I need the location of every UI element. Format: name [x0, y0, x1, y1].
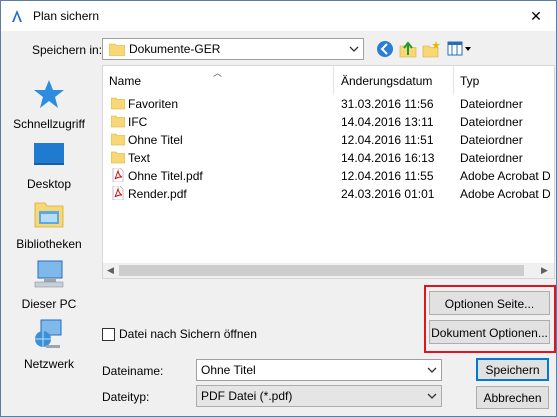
folder-icon [111, 133, 125, 146]
chevron-down-icon [427, 393, 437, 399]
folder-icon [111, 115, 125, 128]
column-divider[interactable] [453, 66, 454, 94]
file-name: IFC [128, 115, 148, 129]
file-name: Render.pdf [128, 187, 187, 201]
chevron-down-icon [349, 46, 359, 52]
folder-icon [111, 97, 125, 110]
chevron-down-icon[interactable] [427, 365, 437, 375]
save-in-dropdown[interactable]: Dokumente-GER [102, 38, 364, 60]
sidebar-item-label: Desktop [26, 177, 72, 191]
scrollbar-thumb[interactable] [119, 265, 524, 276]
table-row[interactable]: Render.pdf 24.03.2016 01:01 Adobe Acroba… [103, 185, 554, 203]
file-name: Text [128, 151, 151, 165]
file-type: Dateiordner [460, 115, 523, 129]
file-type: Dateiordner [460, 97, 523, 111]
filename-value: Ohne Titel [201, 363, 256, 377]
view-menu-icon[interactable] [447, 40, 473, 58]
file-name: Ohne Titel [128, 133, 183, 147]
back-icon[interactable] [376, 40, 394, 58]
save-in-value: Dokumente-GER [129, 42, 221, 56]
sidebar-item-quick-access[interactable]: Schnellzugriff [5, 77, 93, 131]
pdf-icon [112, 168, 124, 182]
sidebar-item-libraries[interactable]: Bibliotheken [5, 197, 93, 251]
app-logo-icon [12, 10, 22, 22]
file-date: 24.03.2016 01:01 [341, 187, 435, 201]
table-row[interactable]: Ohne Titel.pdf 12.04.2016 11:55 Adobe Ac… [103, 167, 554, 185]
file-date: 14.04.2016 16:13 [341, 151, 435, 165]
file-type: Adobe Acrobat D [460, 169, 551, 183]
filetype-label: Dateityp: [102, 390, 150, 404]
column-divider[interactable] [333, 66, 334, 94]
scroll-left-icon[interactable]: ◀ [107, 265, 114, 276]
open-after-save-label: Datei nach Sichern öffnen [119, 327, 257, 341]
table-row[interactable]: Ohne Titel 12.04.2016 11:51 Dateiordner [103, 131, 554, 149]
column-header-type[interactable]: Typ [460, 66, 479, 94]
file-date: 14.04.2016 13:11 [341, 115, 434, 129]
up-folder-icon[interactable] [399, 40, 417, 58]
folder-icon [109, 43, 125, 56]
file-list[interactable]: ︿ Name Änderungsdatum Typ Favoriten 31.0… [102, 65, 555, 279]
sidebar-item-label: Netzwerk [23, 357, 74, 371]
column-header-name[interactable]: Name [109, 66, 141, 94]
pc-icon [34, 260, 64, 288]
save-button[interactable]: Speichern [476, 358, 549, 381]
table-row[interactable]: Favoriten 31.03.2016 11:56 Dateiordner [103, 95, 554, 113]
table-row[interactable]: Text 14.04.2016 16:13 Dateiordner [103, 149, 554, 167]
sidebar-item-this-pc[interactable]: Dieser PC [5, 257, 93, 311]
horizontal-scrollbar[interactable]: ◀ ▶ [103, 263, 554, 278]
sidebar-item-label: Dieser PC [21, 297, 77, 311]
file-name: Favoriten [128, 97, 179, 111]
filetype-dropdown[interactable]: PDF Datei (*.pdf) [196, 385, 442, 407]
desktop-icon [34, 143, 64, 165]
sort-ascending-icon: ︿ [213, 68, 223, 78]
places-sidebar: Schnellzugriff Desktop Bibliotheken Dies… [5, 65, 93, 405]
close-icon: ✕ [530, 7, 542, 24]
sidebar-item-label: Bibliotheken [16, 237, 82, 251]
close-button[interactable]: ✕ [524, 5, 548, 27]
window-title: Plan sichern [33, 9, 100, 23]
pdf-icon [112, 186, 124, 200]
save-in-label: Speichern in: [32, 43, 103, 57]
file-date: 31.03.2016 11:56 [341, 97, 434, 111]
title-bar: Plan sichern ✕ [1, 1, 556, 31]
column-header-date[interactable]: Änderungsdatum [341, 66, 432, 94]
open-after-save-checkbox[interactable] [102, 328, 115, 341]
star-icon [34, 80, 64, 108]
file-type: Dateiordner [460, 133, 523, 147]
filetype-value: PDF Datei (*.pdf) [201, 389, 293, 403]
cancel-button[interactable]: Abbrechen [476, 386, 549, 409]
new-folder-icon[interactable] [422, 40, 440, 58]
filename-input[interactable]: Ohne Titel [196, 359, 442, 381]
filename-label: Dateiname: [102, 364, 164, 378]
table-row[interactable]: IFC 14.04.2016 13:11 Dateiordner [103, 113, 554, 131]
network-icon [35, 319, 62, 348]
folder-icon [111, 151, 125, 164]
sidebar-item-network[interactable]: Netzwerk [5, 317, 93, 371]
options-page-button[interactable]: Optionen Seite... [429, 291, 550, 315]
sidebar-item-label: Schnellzugriff [13, 117, 85, 131]
file-date: 12.04.2016 11:55 [341, 169, 434, 183]
file-name: Ohne Titel.pdf [128, 169, 203, 183]
sidebar-item-desktop[interactable]: Desktop [5, 137, 93, 191]
document-options-button[interactable]: Dokument Optionen... [429, 320, 550, 344]
scroll-right-icon[interactable]: ▶ [541, 265, 548, 276]
libraries-icon [34, 202, 64, 228]
file-type: Dateiordner [460, 151, 523, 165]
file-type: Adobe Acrobat D [460, 187, 551, 201]
file-date: 12.04.2016 11:51 [341, 133, 434, 147]
save-dialog: Plan sichern ✕ Speichern in: Dokumente-G… [0, 0, 557, 417]
